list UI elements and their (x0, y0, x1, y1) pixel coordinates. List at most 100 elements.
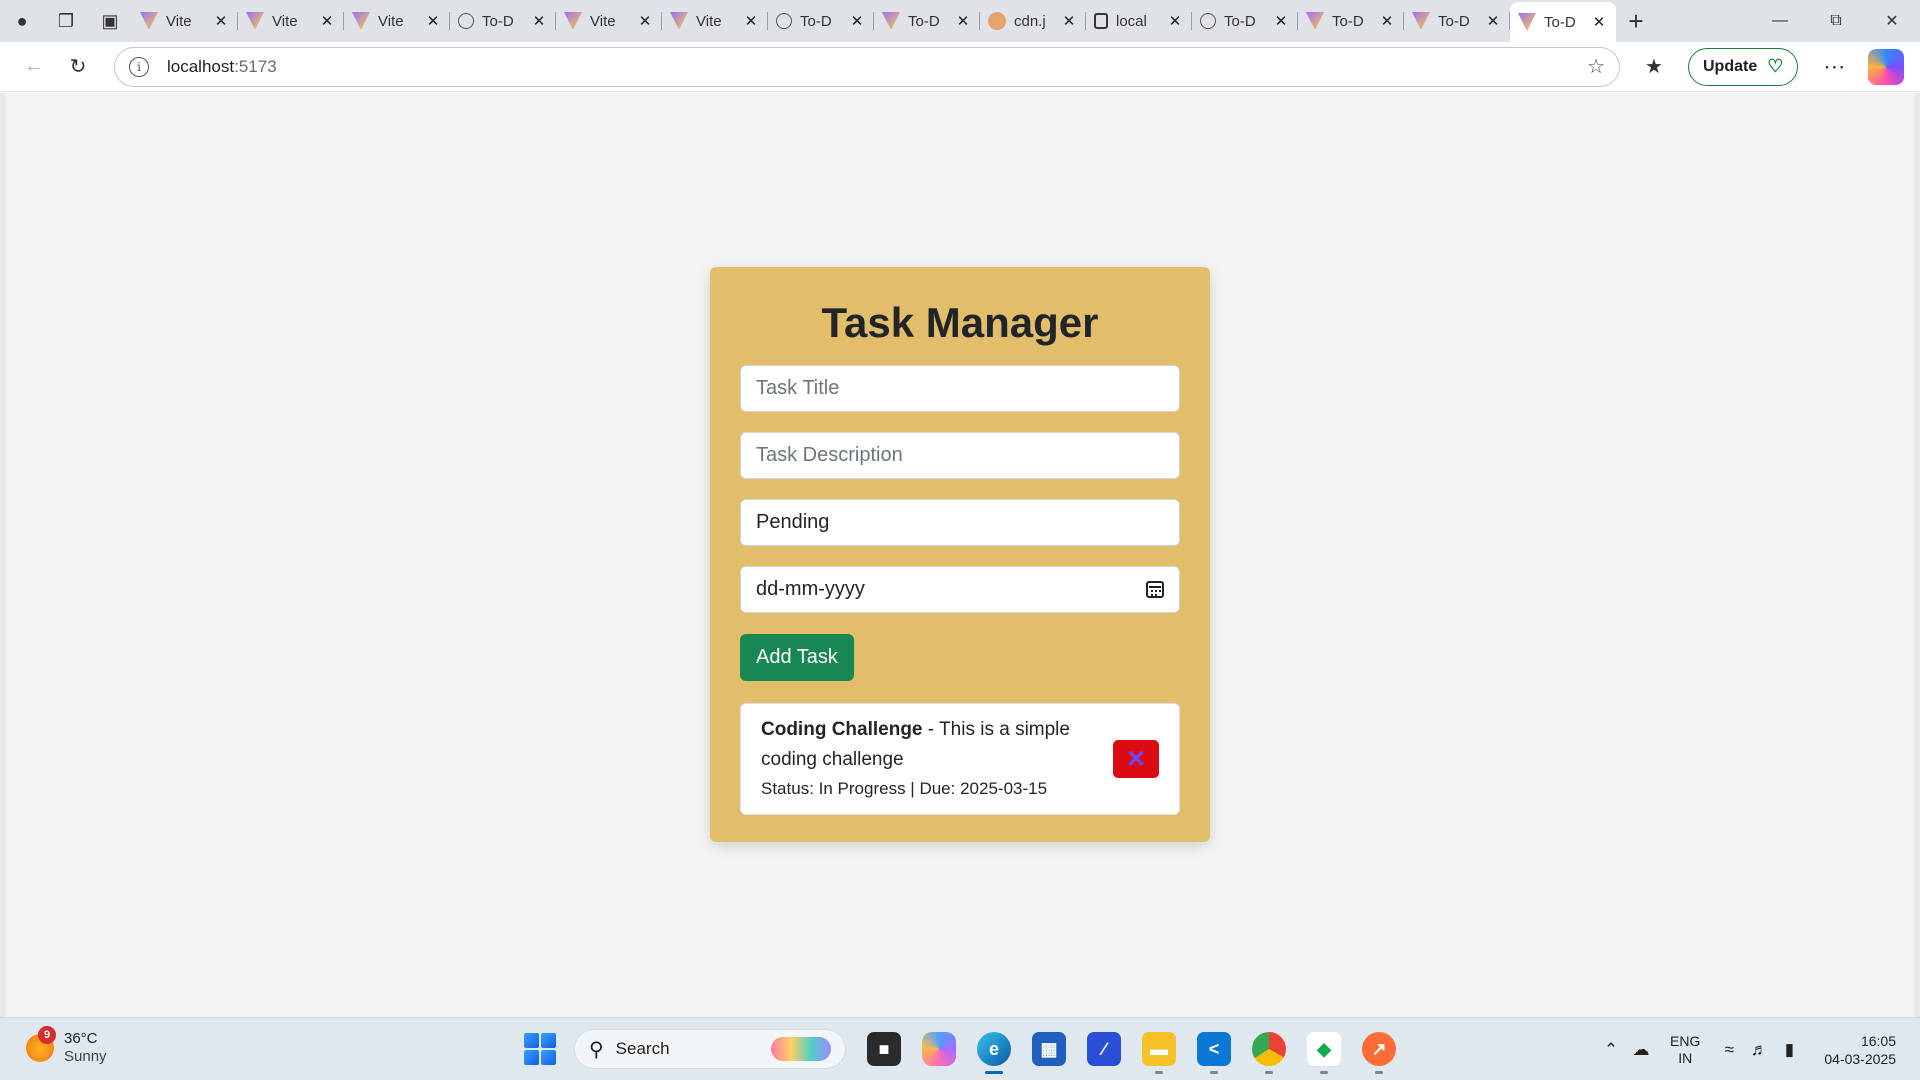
browser-tab[interactable]: To-D ✕ (1298, 4, 1404, 38)
weather-text: 36°C Sunny (64, 1030, 107, 1066)
browser-tab[interactable]: cdn.j ✕ (980, 4, 1086, 38)
vscode-icon[interactable]: < (1197, 1032, 1231, 1074)
tab-close-icon[interactable]: ✕ (1590, 13, 1608, 31)
windows-start-icon[interactable] (524, 1033, 556, 1065)
site-info-icon[interactable]: i (129, 56, 149, 77)
task-status: In Progress (818, 779, 906, 798)
browser-tab[interactable]: Vite ✕ (238, 4, 344, 38)
browser-tab[interactable]: Vite ✕ (344, 4, 450, 38)
task-description-input[interactable] (740, 432, 1180, 479)
favorite-star-icon[interactable]: ☆ (1587, 54, 1605, 79)
calendar-icon[interactable] (1146, 581, 1164, 598)
browser-tab[interactable]: To-D ✕ (1404, 4, 1510, 38)
browser-tab[interactable]: local ✕ (1086, 4, 1192, 38)
browser-tab[interactable]: Vite ✕ (132, 4, 238, 38)
update-label: Update (1703, 57, 1758, 75)
address-bar[interactable]: i localhost:5173 ☆ (114, 46, 1620, 87)
tab-label: To-D (800, 12, 832, 30)
tab-close-icon[interactable]: ✕ (954, 12, 972, 30)
tab-close-icon[interactable]: ✕ (1484, 12, 1502, 30)
vite-icon (670, 12, 688, 30)
add-task-button[interactable]: Add Task (740, 634, 854, 681)
tab-close-icon[interactable]: ✕ (636, 12, 654, 30)
vite-icon (140, 12, 158, 30)
more-options-icon[interactable]: ⋯ (1814, 47, 1854, 87)
close-icon: ✕ (1125, 745, 1147, 773)
clock-date: 04-03-2025 (1824, 1050, 1896, 1067)
file-explorer-icon[interactable]: ▬ (1142, 1032, 1176, 1074)
delete-task-button[interactable]: ✕ (1113, 740, 1159, 778)
browser-tab[interactable]: To-D ✕ (450, 4, 556, 38)
tab-label: To-D (482, 12, 514, 30)
new-tab-button[interactable]: + (1616, 0, 1656, 42)
tab-close-icon[interactable]: ✕ (742, 12, 760, 30)
tab-list: Vite ✕ Vite ✕ Vite ✕ To-D ✕ Vite ✕ Vite ✕ To-D ✕ To-D ✕… (132, 0, 1616, 42)
browser-tab[interactable]: To-D ✕ (874, 4, 980, 38)
address-port: :5173 (234, 56, 277, 76)
weather-widget[interactable]: 9 36°C Sunny (26, 1026, 107, 1066)
microsoft-store-icon[interactable]: ▦ (1032, 1032, 1066, 1066)
postman-icon[interactable]: ↗ (1362, 1032, 1396, 1074)
edge-browser-icon[interactable]: e (977, 1032, 1011, 1074)
lang-line1: ENG (1670, 1032, 1701, 1049)
task-view-icon[interactable]: ■ (867, 1032, 901, 1066)
task-title-input[interactable] (740, 365, 1180, 412)
tab-close-icon[interactable]: ✕ (1060, 12, 1078, 30)
chrome-icon[interactable] (1252, 1032, 1286, 1074)
back-button[interactable]: ← (14, 47, 54, 87)
vite-icon (1518, 13, 1536, 31)
cloud-sync-icon[interactable]: ☁ (1626, 1040, 1656, 1060)
browser-tab[interactable]: To-D ✕ (1510, 2, 1616, 42)
profile-icon[interactable]: ● (0, 0, 44, 42)
weather-badge: 9 (38, 1026, 56, 1044)
chevron-up-icon[interactable]: ⌃ (1596, 1040, 1626, 1060)
tab-close-icon[interactable]: ✕ (530, 12, 548, 30)
cdn-icon (988, 12, 1006, 30)
tab-label: To-D (1332, 12, 1364, 30)
browser-tab[interactable]: To-D ✕ (1192, 4, 1298, 38)
update-button[interactable]: Update ♡ (1688, 47, 1799, 86)
battery-icon[interactable]: ▮ (1774, 1040, 1804, 1060)
vite-icon (1412, 12, 1430, 30)
tab-close-icon[interactable]: ✕ (848, 12, 866, 30)
task-separator: - (922, 719, 940, 740)
browser-tab[interactable]: Vite ✕ (662, 4, 768, 38)
clock[interactable]: 16:05 04-03-2025 (1824, 1032, 1896, 1068)
tab-close-icon[interactable]: ✕ (1378, 12, 1396, 30)
tab-close-icon[interactable]: ✕ (318, 12, 336, 30)
close-window-button[interactable]: ✕ (1864, 0, 1920, 42)
tab-label: cdn.j (1014, 12, 1046, 30)
restore-button[interactable]: ⧉ (1808, 0, 1864, 42)
browser-tab[interactable]: Vite ✕ (556, 4, 662, 38)
window-controls: — ⧉ ✕ (1752, 0, 1920, 42)
copilot-app-icon[interactable] (922, 1032, 956, 1066)
favorites-icon[interactable]: ★ (1634, 47, 1674, 87)
copilot-icon[interactable] (1868, 48, 1905, 85)
workspaces-icon[interactable]: ❐ (44, 0, 88, 42)
taskbar: 9 36°C Sunny ⚲ Search ■ e ▦ ∕ ▬ < ◆ ↗ ⌃ … (0, 1017, 1920, 1080)
tab-close-icon[interactable]: ✕ (424, 12, 442, 30)
tab-close-icon[interactable]: ✕ (1272, 12, 1290, 30)
reload-button[interactable]: ↻ (58, 47, 98, 87)
weather-temp: 36°C (64, 1030, 98, 1047)
wifi-icon[interactable]: ≈ (1714, 1040, 1744, 1060)
task-due-date-input[interactable]: dd-mm-yyyy (740, 566, 1180, 613)
language-indicator[interactable]: ENG IN (1670, 1033, 1700, 1067)
tab-label: To-D (1544, 13, 1576, 31)
taskbar-search[interactable]: ⚲ Search (574, 1029, 846, 1069)
tab-actions-icon[interactable]: ▣ (88, 0, 132, 42)
tab-close-icon[interactable]: ✕ (1166, 12, 1184, 30)
vite-icon (246, 12, 264, 30)
code-editor-icon[interactable]: ∕ (1087, 1032, 1121, 1066)
task-status-select[interactable]: Pending (740, 499, 1180, 546)
browser-tab[interactable]: To-D ✕ (768, 4, 874, 38)
meta-separator: | (905, 779, 920, 798)
tab-close-icon[interactable]: ✕ (212, 12, 230, 30)
page-viewport: Task Manager Pending dd-mm-yyyy Add Task… (0, 93, 1920, 1017)
minimize-button[interactable]: — (1752, 0, 1808, 42)
mongodb-compass-icon[interactable]: ◆ (1307, 1032, 1341, 1074)
tab-label: Vite (272, 12, 298, 30)
volume-icon[interactable]: ♬ (1744, 1040, 1774, 1060)
tab-label: Vite (378, 12, 404, 30)
tab-label: Vite (696, 12, 722, 30)
